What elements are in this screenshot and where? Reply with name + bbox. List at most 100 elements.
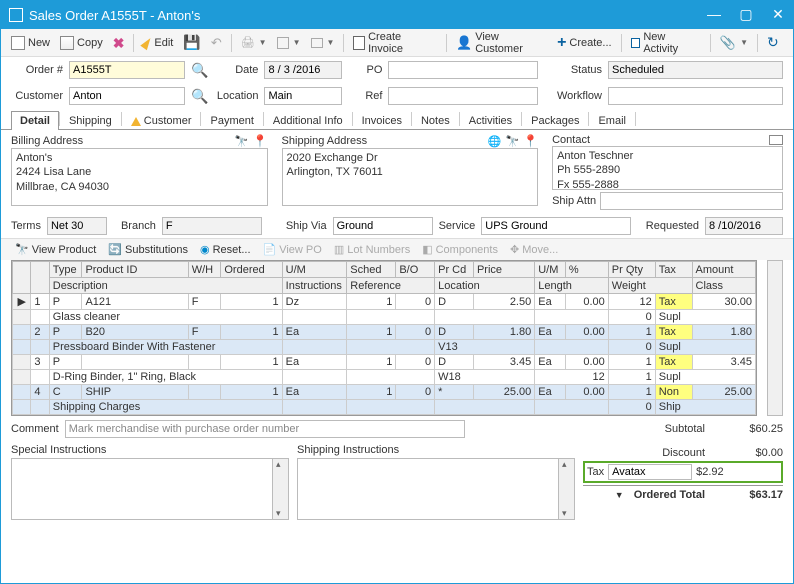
- pin-icon[interactable]: 📍: [253, 134, 268, 148]
- col-product-id[interactable]: Product ID: [82, 262, 188, 278]
- save-button[interactable]: 💾: [179, 32, 204, 53]
- binoculars-icon[interactable]: 🔭: [235, 135, 249, 148]
- minimize-button[interactable]: —: [707, 8, 721, 22]
- col-length[interactable]: Length: [535, 278, 609, 294]
- col-prqty[interactable]: Pr Qty: [608, 262, 655, 278]
- col-reference[interactable]: Reference: [347, 278, 435, 294]
- search-icon[interactable]: 🔍: [191, 62, 208, 79]
- close-button[interactable]: ✕: [771, 8, 785, 22]
- table-row[interactable]: 3P1Ea10D3.45Ea0.001Tax3.45: [13, 355, 756, 370]
- delete-button[interactable]: ✖: [109, 35, 129, 51]
- refresh-button[interactable]: [763, 33, 787, 53]
- contact-box[interactable]: Anton Teschner Ph 555-2890 Fx 555-2888: [552, 146, 783, 190]
- status-input[interactable]: [608, 61, 783, 79]
- shipping-instructions-input[interactable]: [298, 459, 558, 519]
- move-button: ✥Move...: [506, 242, 562, 257]
- reset-button[interactable]: ◉Reset...: [196, 242, 255, 257]
- shipping-label: Shipping Address: [282, 135, 368, 147]
- tab-packages[interactable]: Packages: [522, 111, 588, 130]
- col-type[interactable]: Type: [49, 262, 82, 278]
- tab-additional-info[interactable]: Additional Info: [264, 111, 352, 130]
- order-label: Order #: [11, 64, 63, 76]
- col-location[interactable]: Location: [435, 278, 535, 294]
- col-price[interactable]: Price: [473, 262, 534, 278]
- create-invoice-label: Create Invoice: [368, 31, 437, 55]
- new-button[interactable]: New: [7, 34, 54, 52]
- col-um2[interactable]: U/M: [535, 262, 566, 278]
- edit-button[interactable]: Edit: [139, 35, 177, 51]
- billing-address-box[interactable]: Anton's 2424 Lisa Lane Millbrae, CA 9403…: [11, 148, 268, 206]
- table-row-detail[interactable]: Pressboard Binder With FastenerV130Supl: [13, 340, 756, 355]
- tab-notes[interactable]: Notes: [412, 111, 459, 130]
- col-sched[interactable]: Sched: [347, 262, 396, 278]
- table-row[interactable]: 2PB20F1Ea10D1.80Ea0.001Tax1.80: [13, 325, 756, 340]
- col-prcd[interactable]: Pr Cd: [435, 262, 474, 278]
- col-amount[interactable]: Amount: [692, 262, 755, 278]
- create-invoice-button[interactable]: Create Invoice: [349, 29, 441, 57]
- tab-payment[interactable]: Payment: [201, 111, 262, 130]
- comment-input[interactable]: [65, 420, 465, 438]
- date-input[interactable]: [264, 61, 342, 79]
- branch-input[interactable]: [162, 217, 262, 235]
- undo-button[interactable]: ↶: [207, 33, 226, 53]
- col-wh[interactable]: W/H: [188, 262, 221, 278]
- attachment-button[interactable]: 📎▼: [716, 33, 752, 53]
- pin-icon[interactable]: 📍: [523, 134, 538, 148]
- customer-input[interactable]: [69, 87, 185, 105]
- expand-icon[interactable]: ▼: [615, 490, 624, 500]
- export-button[interactable]: ▼: [273, 35, 305, 51]
- ship-attn-input[interactable]: [600, 192, 783, 210]
- header-row-2: Description Instructions Reference Locat…: [13, 278, 756, 294]
- col-bo[interactable]: B/O: [396, 262, 435, 278]
- grid-scrollbar[interactable]: [767, 260, 783, 416]
- service-input[interactable]: [481, 217, 631, 235]
- view-customer-button[interactable]: 👤View Customer: [452, 29, 551, 57]
- tax-name-input[interactable]: [608, 464, 692, 480]
- new-activity-button[interactable]: New Activity: [627, 29, 705, 57]
- create-button[interactable]: +Create...: [553, 35, 616, 51]
- workflow-input[interactable]: [608, 87, 783, 105]
- location-input[interactable]: [264, 87, 342, 105]
- scrollbar[interactable]: [558, 459, 574, 519]
- col-class[interactable]: Class: [692, 278, 755, 294]
- tab-activities[interactable]: Activities: [460, 111, 521, 130]
- card-icon[interactable]: [769, 135, 783, 145]
- tag-button[interactable]: ▼: [307, 36, 339, 50]
- col-tax[interactable]: Tax: [655, 262, 692, 278]
- substitutions-button[interactable]: 🔄Substitutions: [104, 242, 192, 257]
- col-description[interactable]: Description: [49, 278, 282, 294]
- maximize-button[interactable]: ▢: [739, 8, 753, 22]
- shipvia-input[interactable]: [333, 217, 433, 235]
- table-row[interactable]: ▶1PA121F1Dz10D2.50Ea0.0012Tax30.00: [13, 294, 756, 310]
- tab-customer[interactable]: Customer: [122, 111, 201, 130]
- col-um[interactable]: U/M: [282, 262, 347, 278]
- po-input[interactable]: [388, 61, 538, 79]
- search-icon[interactable]: 🔍: [191, 88, 208, 105]
- table-row-detail[interactable]: D-Ring Binder, 1" Ring, BlackW18121Supl: [13, 370, 756, 385]
- col-pct[interactable]: %: [565, 262, 608, 278]
- special-instructions-input[interactable]: [12, 459, 272, 519]
- col-instructions[interactable]: Instructions: [282, 278, 347, 294]
- col-weight[interactable]: Weight: [608, 278, 692, 294]
- shipping-address-box[interactable]: 2020 Exchange Dr Arlington, TX 76011: [282, 148, 539, 206]
- table-row-detail[interactable]: Glass cleaner0Supl: [13, 310, 756, 325]
- print-button[interactable]: 🖨▼: [237, 34, 271, 51]
- binoculars-icon[interactable]: 🔭: [505, 135, 519, 148]
- order-input[interactable]: [69, 61, 185, 79]
- tab-payment-label: Payment: [210, 115, 253, 127]
- view-product-button[interactable]: 🔭View Product: [11, 242, 100, 257]
- tab-detail[interactable]: Detail: [11, 111, 59, 130]
- tab-shipping[interactable]: Shipping: [60, 111, 121, 130]
- line-items-grid[interactable]: Type Product ID W/H Ordered U/M Sched B/…: [11, 260, 757, 416]
- table-row-detail[interactable]: Shipping Charges0Ship: [13, 400, 756, 415]
- globe-icon[interactable]: 🌐: [488, 135, 502, 148]
- terms-input[interactable]: [47, 217, 107, 235]
- tab-email[interactable]: Email: [589, 111, 635, 130]
- scrollbar[interactable]: [272, 459, 288, 519]
- col-ordered[interactable]: Ordered: [221, 262, 282, 278]
- tab-invoices[interactable]: Invoices: [353, 111, 411, 130]
- table-row[interactable]: 4CSHIP1Ea10*25.00Ea0.001Non25.00: [13, 385, 756, 400]
- copy-button[interactable]: Copy: [56, 34, 107, 52]
- ref-input[interactable]: [388, 87, 538, 105]
- requested-input[interactable]: [705, 217, 783, 235]
